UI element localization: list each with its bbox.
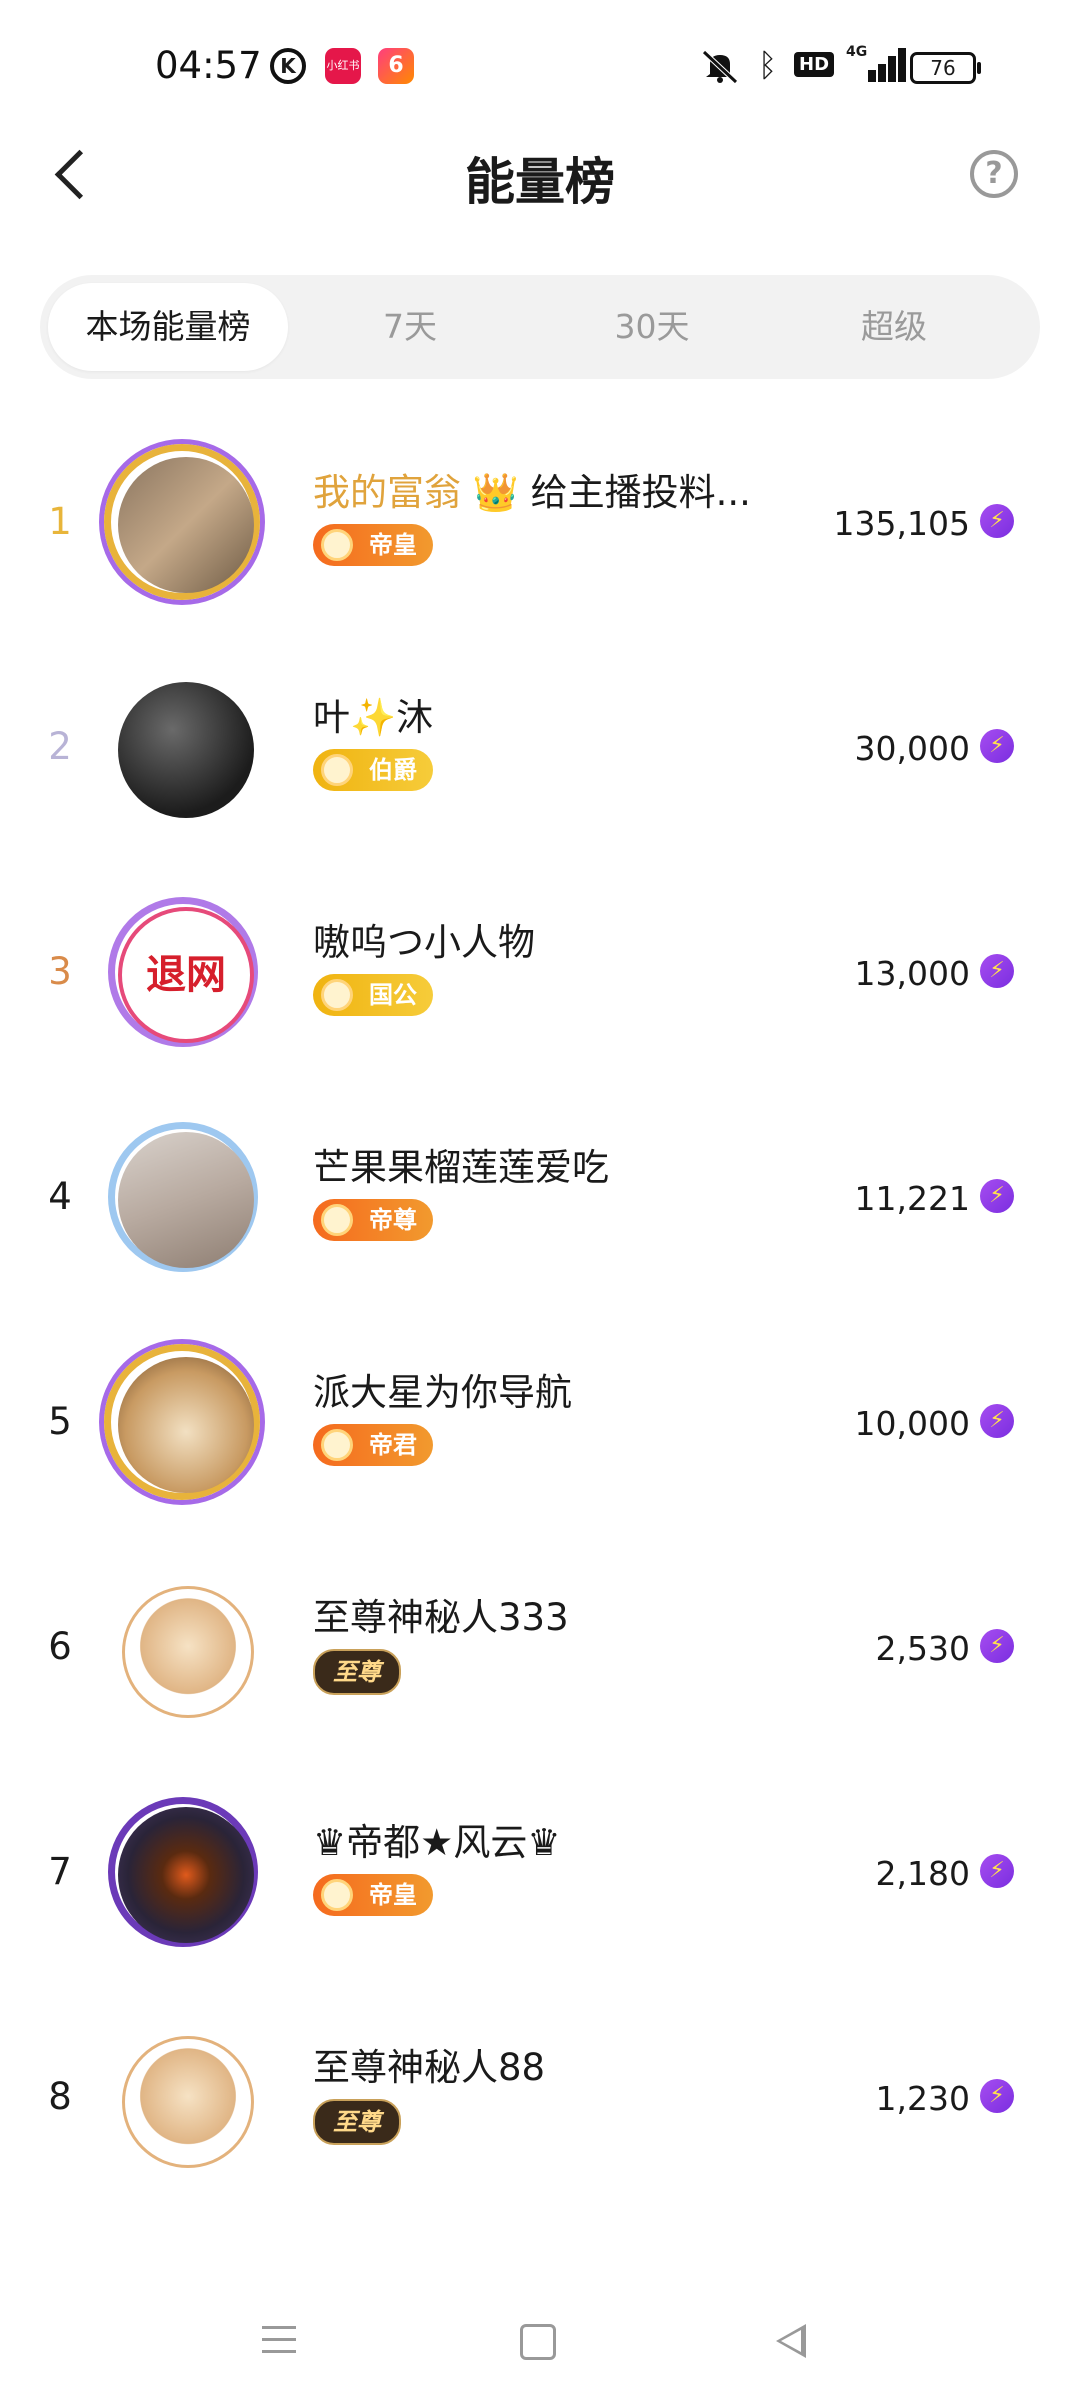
list-item[interactable]: 5 派大星为你导航 帝君 10,000 ⚡ [0, 1312, 1080, 1537]
status-time: 04:57 [155, 44, 262, 87]
energy-score: 2,180 [875, 1854, 970, 1893]
list-item[interactable]: 4 芒果果榴莲莲爱吃 帝尊 11,221 ⚡ [0, 1087, 1080, 1312]
level-badge: 帝皇 [313, 524, 433, 566]
period-tabs: 本场能量榜 7天 30天 超级 [40, 275, 1040, 379]
list-item[interactable]: 1 我的富翁 👑 给主播投料... 帝皇 135,105 ⚡ [0, 412, 1080, 637]
rank-number: 7 [48, 1850, 72, 1893]
level-badge: 帝尊 [313, 1199, 433, 1241]
user-name: 至尊神秘人333 [313, 1596, 569, 1639]
avatar[interactable] [118, 1132, 254, 1268]
user-name: 我的富翁 👑 给主播投料... [313, 462, 751, 516]
system-back-button[interactable] [762, 2310, 822, 2370]
lightning-bolt-icon: ⚡ [980, 1404, 1014, 1438]
bluetooth-icon: ᛒ [758, 46, 778, 84]
user-name-suffix: 给主播投料... [518, 471, 751, 514]
user-name: 芒果果榴莲莲爱吃 [313, 1146, 609, 1189]
energy-score: 11,221 [854, 1179, 970, 1218]
avatar[interactable]: 退网 [118, 907, 254, 1043]
bell-muted-icon [702, 50, 738, 84]
system-nav-bar [0, 2280, 1080, 2400]
rank-number: 3 [48, 950, 72, 993]
avatar[interactable] [118, 1357, 254, 1493]
lightning-bolt-icon: ⚡ [980, 2079, 1014, 2113]
energy-score: 1,230 [875, 2079, 970, 2118]
list-item[interactable]: 8 至尊神秘人88 至尊 1,230 ⚡ [0, 1987, 1080, 2212]
user-name-prefix: 我的富翁 [313, 471, 461, 514]
rank-number: 6 [48, 1625, 72, 1668]
user-name: 嗷呜つ小人物 [313, 921, 535, 964]
battery-icon: 76 [910, 52, 981, 84]
lightning-bolt-icon: ⚡ [980, 1629, 1014, 1663]
lightning-bolt-icon: ⚡ [980, 729, 1014, 763]
rank-number: 2 [48, 725, 72, 768]
hd-voice-icon: HD [794, 52, 835, 77]
user-name: ♛帝都★风云♛ [313, 1821, 561, 1864]
home-button[interactable] [506, 2310, 566, 2370]
energy-score: 10,000 [854, 1404, 970, 1443]
rank-number: 1 [48, 500, 72, 543]
lightning-bolt-icon: ⚡ [980, 504, 1014, 538]
level-badge: 至尊 [313, 1649, 401, 1695]
energy-score: 2,530 [875, 1629, 970, 1668]
energy-score: 13,000 [854, 954, 970, 993]
rank-number: 4 [48, 1175, 72, 1218]
level-badge: 至尊 [313, 2099, 401, 2145]
avatar[interactable] [118, 457, 254, 593]
level-badge: 帝皇 [313, 1874, 433, 1916]
level-badge: 国公 [313, 974, 433, 1016]
page-title: 能量榜 [465, 153, 615, 211]
mask-avatar-icon[interactable] [130, 1594, 246, 1710]
energy-score: 135,105 [833, 504, 970, 543]
tab-current-session[interactable]: 本场能量榜 [48, 283, 288, 371]
tab-super[interactable]: 超级 [774, 283, 1014, 371]
list-item[interactable]: 6 至尊神秘人333 至尊 2,530 ⚡ [0, 1537, 1080, 1762]
lightning-bolt-icon: ⚡ [980, 954, 1014, 988]
six-app-icon: 6 [378, 48, 414, 84]
avatar[interactable] [118, 682, 254, 818]
user-name: 叶✨沐 [313, 696, 434, 739]
tab-7-days[interactable]: 7天 [290, 283, 530, 371]
list-item[interactable]: 2 叶✨沐 伯爵 30,000 ⚡ [0, 637, 1080, 862]
list-item[interactable]: 3 退网 嗷呜つ小人物 国公 13,000 ⚡ [0, 862, 1080, 1087]
recent-apps-button[interactable] [250, 2310, 310, 2370]
tab-30-days[interactable]: 30天 [532, 283, 772, 371]
rank-number: 5 [48, 1400, 72, 1443]
status-bar: 04:57 K 小红书 6 ᛒ HD 4G 76 [0, 0, 1080, 130]
lightning-bolt-icon: ⚡ [980, 1854, 1014, 1888]
lightning-bolt-icon: ⚡ [980, 1179, 1014, 1213]
energy-score: 30,000 [854, 729, 970, 768]
user-name: 派大星为你导航 [313, 1371, 572, 1414]
help-icon[interactable]: ? [970, 150, 1018, 198]
crown-icon: 👑 [472, 471, 519, 514]
level-badge: 帝君 [313, 1424, 433, 1466]
mask-avatar-icon[interactable] [130, 2044, 246, 2160]
user-name: 至尊神秘人88 [313, 2046, 546, 2089]
k-app-icon: K [270, 48, 306, 84]
rank-number: 8 [48, 2075, 72, 2118]
list-item[interactable]: 7 ♛帝都★风云♛ 帝皇 2,180 ⚡ [0, 1762, 1080, 1987]
signal-strength-icon [846, 48, 906, 82]
xiaohongshu-app-icon: 小红书 [325, 48, 361, 84]
avatar[interactable] [118, 1807, 254, 1943]
level-badge: 伯爵 [313, 749, 433, 791]
